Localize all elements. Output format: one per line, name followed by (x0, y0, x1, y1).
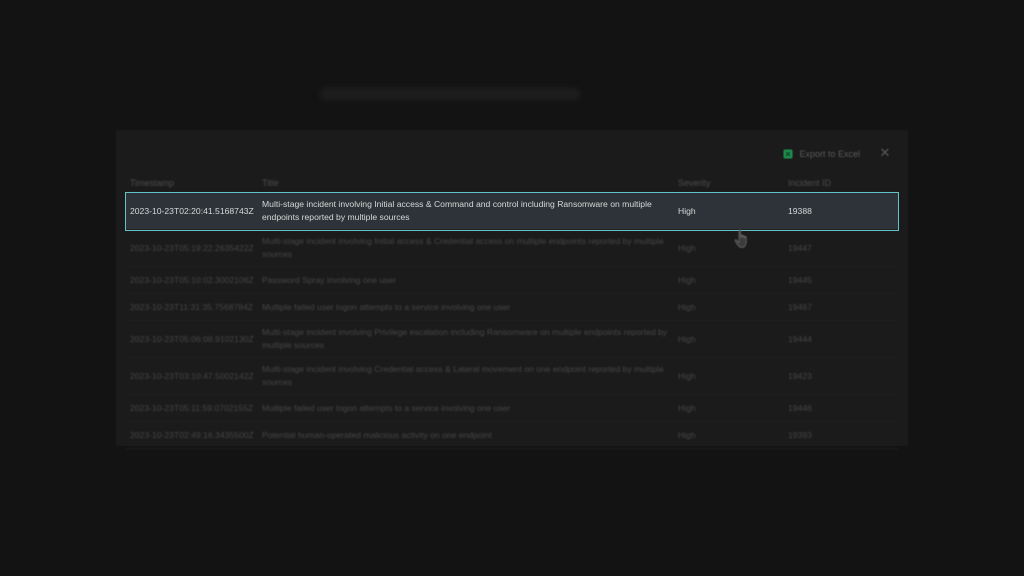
table-row[interactable]: 2023-10-23T05:10:02.3002106Z Password Sp… (126, 267, 898, 294)
close-icon: ✕ (879, 145, 891, 160)
table-row[interactable]: 2023-10-23T05:06:08.9102130Z Multi-stage… (126, 321, 898, 358)
cell-timestamp: 2023-10-23T11:31:35.7568784Z (130, 301, 254, 312)
cell-title: Potential human-operated malicious activ… (262, 429, 492, 440)
cell-timestamp: 2023-10-23T05:10:02.3002106Z (130, 274, 254, 285)
cell-incident-id: 19444 (788, 333, 812, 344)
cell-title: Multi-stage incident involving Initial a… (262, 199, 652, 222)
cell-title: Multiple failed user logon attempts to a… (262, 301, 511, 312)
cell-timestamp: 2023-10-23T05:19:22.2635422Z (130, 242, 254, 253)
column-header-title[interactable]: Title (262, 178, 678, 188)
close-button[interactable]: ✕ (878, 145, 892, 161)
column-header-incident-id[interactable]: Incident ID (788, 178, 898, 188)
cell-title: Multi-stage incident involving Privilege… (262, 327, 668, 350)
cell-timestamp: 2023-10-23T02:49:16.3435500Z (130, 429, 254, 440)
cell-severity: High (678, 274, 696, 285)
column-header-severity[interactable]: Severity (678, 178, 788, 188)
table-row[interactable]: 2023-10-23T11:31:35.7568784Z Multiple fa… (126, 294, 898, 321)
cell-title: Multi-stage incident involving Initial a… (262, 236, 664, 259)
column-header-timestamp[interactable]: Timestamp (126, 178, 262, 188)
table-row[interactable]: 2023-10-23T03:10:47.5002142Z Multi-stage… (126, 358, 898, 395)
table-row-selected[interactable]: 2023-10-23T02:20:41.5168743Z Multi-stage… (125, 192, 899, 231)
table-row[interactable]: 2023-10-23T05:19:22.2635422Z Multi-stage… (126, 230, 898, 267)
excel-icon (783, 149, 793, 159)
cell-severity: High (678, 429, 696, 440)
cell-timestamp: 2023-10-23T03:10:47.5002142Z (130, 370, 254, 381)
cell-incident-id: 19393 (788, 429, 812, 440)
cell-incident-id: 19388 (788, 205, 812, 216)
cell-incident-id: 19445 (788, 274, 812, 285)
cell-incident-id: 19423 (788, 370, 812, 381)
screen: Export to Excel ✕ Timestamp Title Severi… (0, 0, 1024, 576)
cell-title: Password Spray involving one user (262, 274, 397, 285)
cell-incident-id: 19447 (788, 242, 812, 253)
export-label: Export to Excel (799, 149, 860, 159)
hand-pointer-icon (734, 229, 747, 248)
cell-severity: High (678, 301, 696, 312)
cell-timestamp: 2023-10-23T05:11:59.0702155Z (130, 402, 254, 413)
cell-timestamp: 2023-10-23T02:20:41.5168743Z (130, 205, 254, 216)
table-header: Timestamp Title Severity Incident ID (126, 174, 898, 193)
cell-title: Multiple failed user logon attempts to a… (262, 402, 511, 413)
cell-severity: High (678, 205, 696, 216)
export-to-excel-button[interactable]: Export to Excel (783, 144, 860, 164)
background-blurred-text (320, 88, 580, 100)
cell-severity: High (678, 242, 696, 253)
cell-severity: High (678, 402, 696, 413)
table-row[interactable]: 2023-10-23T02:49:16.3435500Z Potential h… (126, 422, 898, 449)
cell-timestamp: 2023-10-23T05:06:08.9102130Z (130, 333, 254, 344)
cell-severity: High (678, 333, 696, 344)
table-row[interactable]: 2023-10-23T05:11:59.0702155Z Multiple fa… (126, 395, 898, 422)
cell-incident-id: 19467 (788, 301, 812, 312)
incidents-table: Timestamp Title Severity Incident ID 202… (125, 174, 899, 449)
cell-title: Multi-stage incident involving Credentia… (262, 364, 664, 387)
cell-severity: High (678, 370, 696, 381)
panel-toolbar: Export to Excel ✕ (116, 144, 908, 164)
cell-incident-id: 19446 (788, 402, 812, 413)
